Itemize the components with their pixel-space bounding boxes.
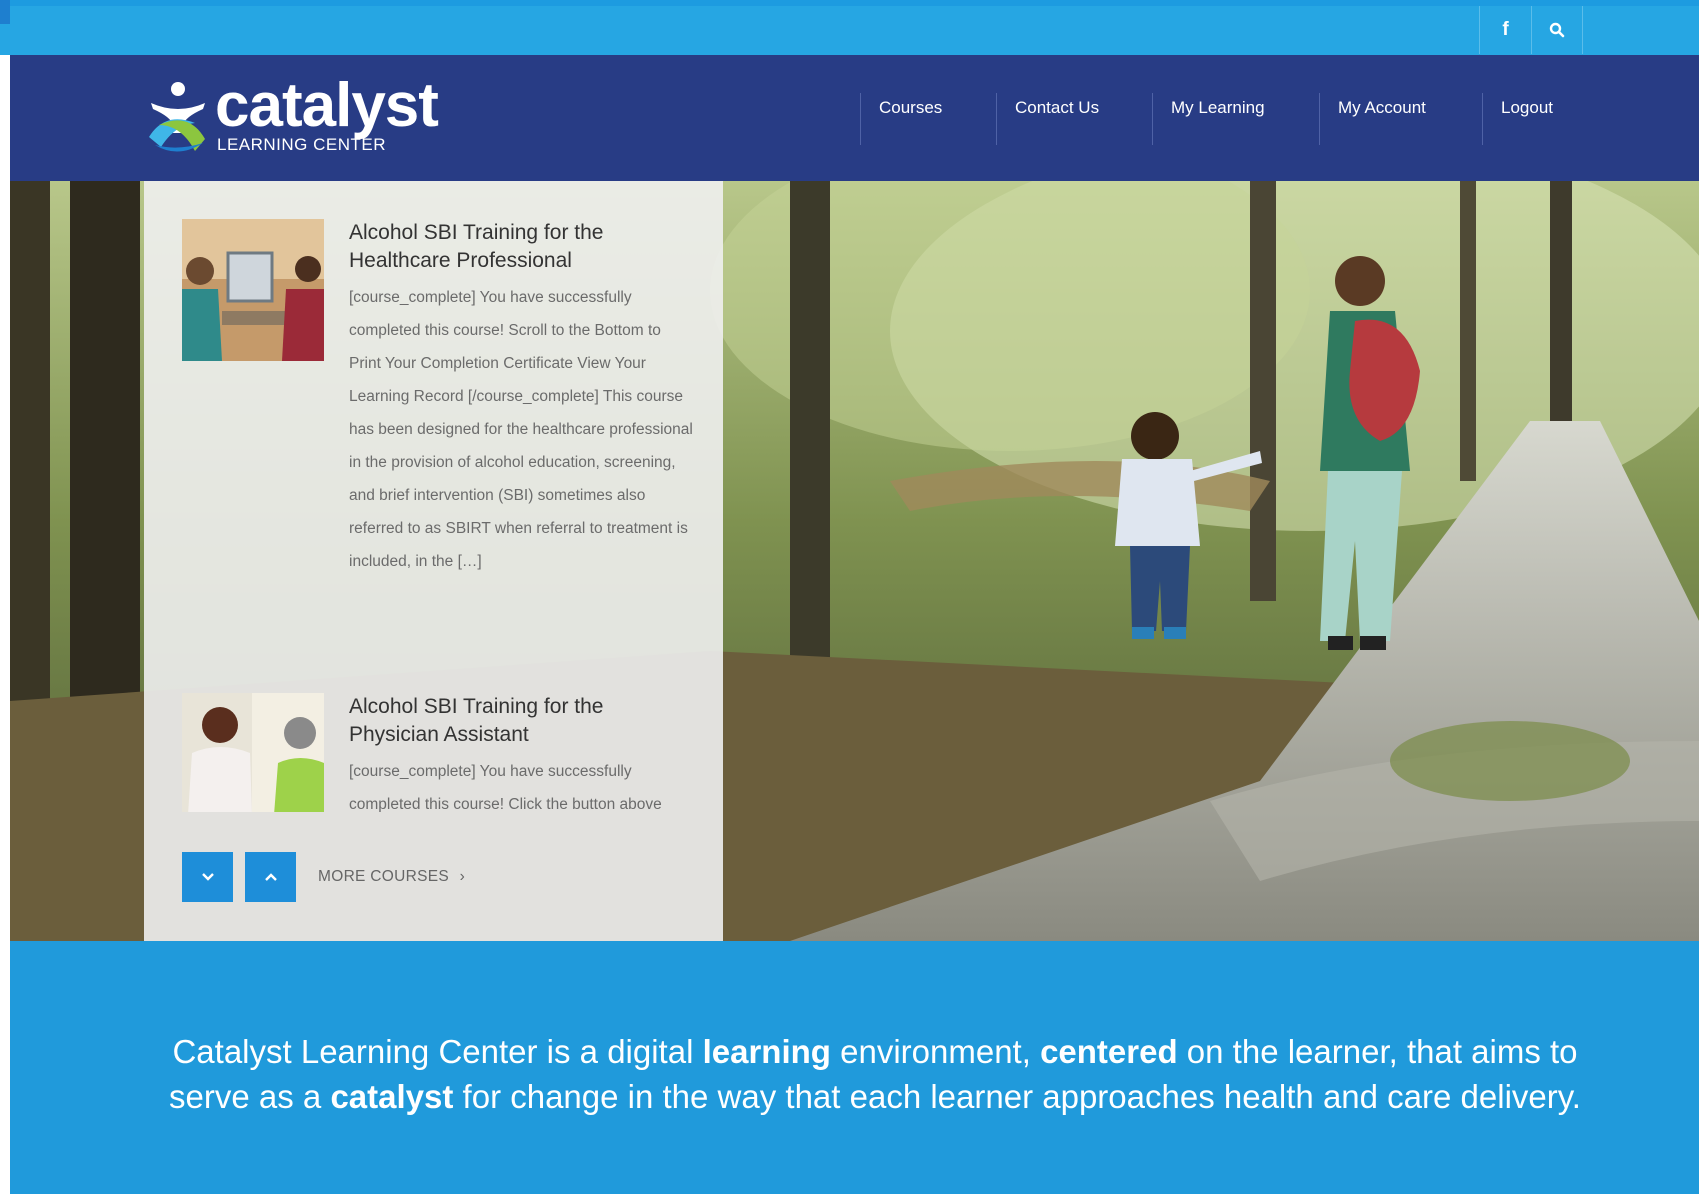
scroll-up-button[interactable] xyxy=(245,852,296,902)
search-icon-glyph xyxy=(1549,22,1565,38)
nav-logout[interactable]: Logout xyxy=(1482,93,1582,145)
site-header: catalyst LEARNING CENTER Courses Contact… xyxy=(10,55,1699,181)
site-logo[interactable]: catalyst LEARNING CENTER xyxy=(145,71,475,165)
mission-text-part: Catalyst Learning Center is a digital xyxy=(172,1033,703,1070)
nav-label: Logout xyxy=(1501,98,1553,117)
mission-keyword: catalyst xyxy=(330,1078,454,1115)
course-panel: Alcohol SBI Training for the Healthcare … xyxy=(144,181,723,941)
course-title[interactable]: Alcohol SBI Training for the Physician A… xyxy=(349,693,689,749)
more-courses-link[interactable]: MORE COURSES › xyxy=(318,868,465,886)
course-thumbnail-image xyxy=(182,693,324,812)
logo-wordmark: catalyst xyxy=(215,71,439,140)
facebook-icon[interactable]: f xyxy=(1479,6,1531,54)
search-icon[interactable] xyxy=(1531,6,1583,54)
mission-text: Catalyst Learning Center is a digital le… xyxy=(140,1029,1610,1119)
more-courses-label: MORE COURSES xyxy=(318,868,450,885)
logo-tagline: LEARNING CENTER xyxy=(217,135,387,154)
nav-label: My Learning xyxy=(1171,98,1265,117)
utility-icons: f xyxy=(1479,6,1583,54)
nav-courses[interactable]: Courses xyxy=(860,93,996,145)
course-excerpt: [course_complete] You have successfully … xyxy=(349,289,693,570)
mission-text-part: environment, xyxy=(830,1033,1041,1070)
mission-text-part: for change in the way that each learner … xyxy=(453,1078,1581,1115)
course-title[interactable]: Alcohol SBI Training for the Healthcare … xyxy=(349,219,689,275)
mission-keyword: centered xyxy=(1040,1033,1178,1070)
nav-label: Courses xyxy=(879,98,943,117)
chevron-up-icon xyxy=(264,873,277,881)
top-accent xyxy=(0,0,10,24)
logo-figure-icon xyxy=(149,82,205,152)
course-excerpt: [course_complete] You have successfully … xyxy=(349,763,662,812)
nav-my-learning[interactable]: My Learning xyxy=(1152,93,1319,145)
course-thumbnail[interactable] xyxy=(182,693,324,812)
nav-contact-us[interactable]: Contact Us xyxy=(996,93,1152,145)
mission-keyword: learning xyxy=(702,1033,831,1070)
course-list: Alcohol SBI Training for the Healthcare … xyxy=(144,181,723,812)
course-thumbnail-image xyxy=(182,219,324,361)
chevron-right-icon: › xyxy=(459,868,466,885)
course-thumbnail[interactable] xyxy=(182,219,324,361)
top-strip xyxy=(0,0,1699,6)
nav-label: My Account xyxy=(1338,98,1426,117)
nav-my-account[interactable]: My Account xyxy=(1319,93,1482,145)
scroll-down-button[interactable] xyxy=(182,852,233,902)
course-pager: MORE COURSES › xyxy=(182,852,465,902)
chevron-down-icon xyxy=(201,873,214,881)
facebook-glyph: f xyxy=(1502,19,1509,40)
mission-statement: Catalyst Learning Center is a digital le… xyxy=(10,941,1699,1194)
main-nav: Courses Contact Us My Learning My Accoun… xyxy=(860,93,1582,145)
nav-label: Contact Us xyxy=(1015,98,1100,117)
top-utility-bar: f xyxy=(0,0,1699,55)
